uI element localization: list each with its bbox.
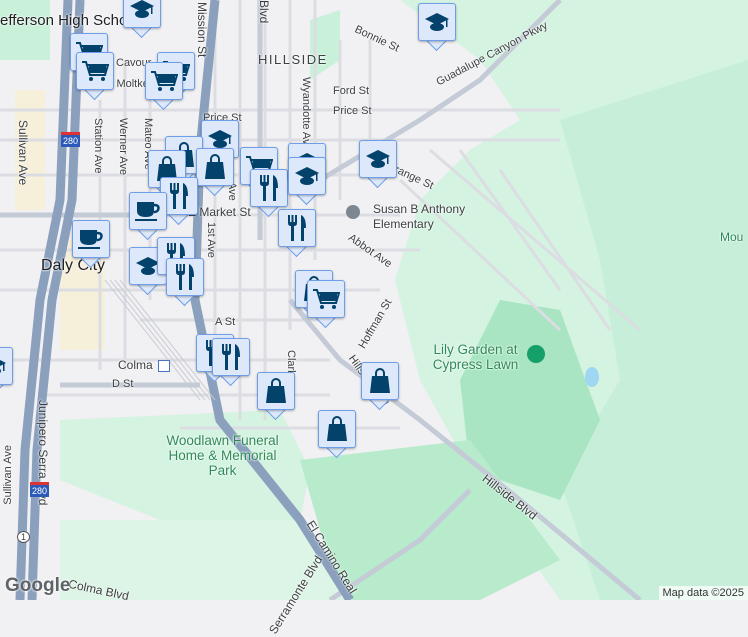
fork-marker[interactable] [212, 338, 250, 384]
restaurant-icon [166, 258, 204, 296]
school-marker[interactable] [0, 347, 13, 393]
fork-marker[interactable] [278, 209, 316, 255]
shopping-cart-icon [76, 52, 114, 90]
label-wyandotte-ave: Wyandotte Ave [300, 77, 312, 151]
label-colma-station: Colma [118, 358, 153, 372]
school-marker[interactable] [288, 157, 326, 203]
pond [585, 367, 599, 387]
park-top-left [0, 0, 50, 60]
label-ford-st: Ford St [333, 85, 369, 97]
label-jefferson-high-school: efferson High School [0, 12, 139, 29]
shopping-cart-icon [307, 280, 345, 318]
flower-poi-icon[interactable] [527, 345, 545, 363]
label-sullivan-ave: Sullivan Ave [16, 120, 30, 185]
bag-marker[interactable] [318, 410, 356, 456]
label-werner-ave: Werner Ave [117, 118, 129, 175]
cup-marker[interactable] [72, 220, 110, 266]
cart-marker[interactable] [76, 52, 114, 98]
label-a-st: A St [215, 316, 235, 328]
cart-marker[interactable] [145, 62, 183, 108]
train-station-icon[interactable] [158, 360, 170, 372]
label-1st-ave: 1st Ave [205, 222, 217, 258]
bag-marker[interactable] [196, 148, 234, 194]
label-mount: Mou [720, 230, 743, 244]
route-1-shield: 1 [17, 531, 30, 543]
map-attribution[interactable]: Map data ©2025 [659, 586, 748, 600]
school-poi-icon[interactable] [346, 205, 360, 219]
shopping-bag-icon [361, 362, 399, 400]
graduation-cap-icon [359, 140, 397, 178]
cup-marker[interactable] [129, 192, 167, 238]
label-lily-garden: Lily Garden at Cypress Lawn [428, 342, 523, 372]
graduation-cap-icon [288, 157, 326, 195]
i280-shield: 280 [61, 132, 80, 147]
restaurant-icon [278, 209, 316, 247]
bag-marker[interactable] [257, 372, 295, 418]
school-marker[interactable] [418, 3, 456, 49]
restaurant-icon [250, 169, 288, 207]
bag-marker[interactable] [361, 362, 399, 408]
graduation-cap-icon [0, 347, 13, 385]
label-price-st: Price St [333, 105, 372, 117]
cafe-icon [72, 220, 110, 258]
google-logo[interactable]: Google [5, 575, 70, 597]
shopping-bag-icon [257, 372, 295, 410]
label-woodlawn-funeral-home: Woodlawn Funeral Home & Memorial Park [165, 433, 280, 478]
label-station-ave: Station Ave [92, 118, 104, 173]
label-blvd: Blvd [257, 0, 271, 23]
restaurant-icon [212, 338, 250, 376]
shopping-bag-icon [318, 410, 356, 448]
shopping-cart-icon [145, 62, 183, 100]
label-sullivan-ave-2: Sullivan Ave [2, 445, 14, 505]
school-marker[interactable] [359, 140, 397, 186]
label-hillside-district: HILLSIDE [258, 52, 328, 67]
label-mission-st: Mission St [195, 2, 209, 57]
label-d-st: D St [112, 378, 133, 390]
shopping-bag-icon [196, 148, 234, 186]
label-susan-b-anthony-elementary: Susan B Anthony Elementary [373, 202, 493, 232]
cart-marker[interactable] [307, 280, 345, 326]
fork-marker[interactable] [166, 258, 204, 304]
graduation-cap-icon [123, 0, 161, 28]
i280-shield: 280 [30, 482, 49, 497]
cafe-icon [129, 192, 167, 230]
graduation-cap-icon [418, 3, 456, 41]
school-marker[interactable] [123, 0, 161, 36]
